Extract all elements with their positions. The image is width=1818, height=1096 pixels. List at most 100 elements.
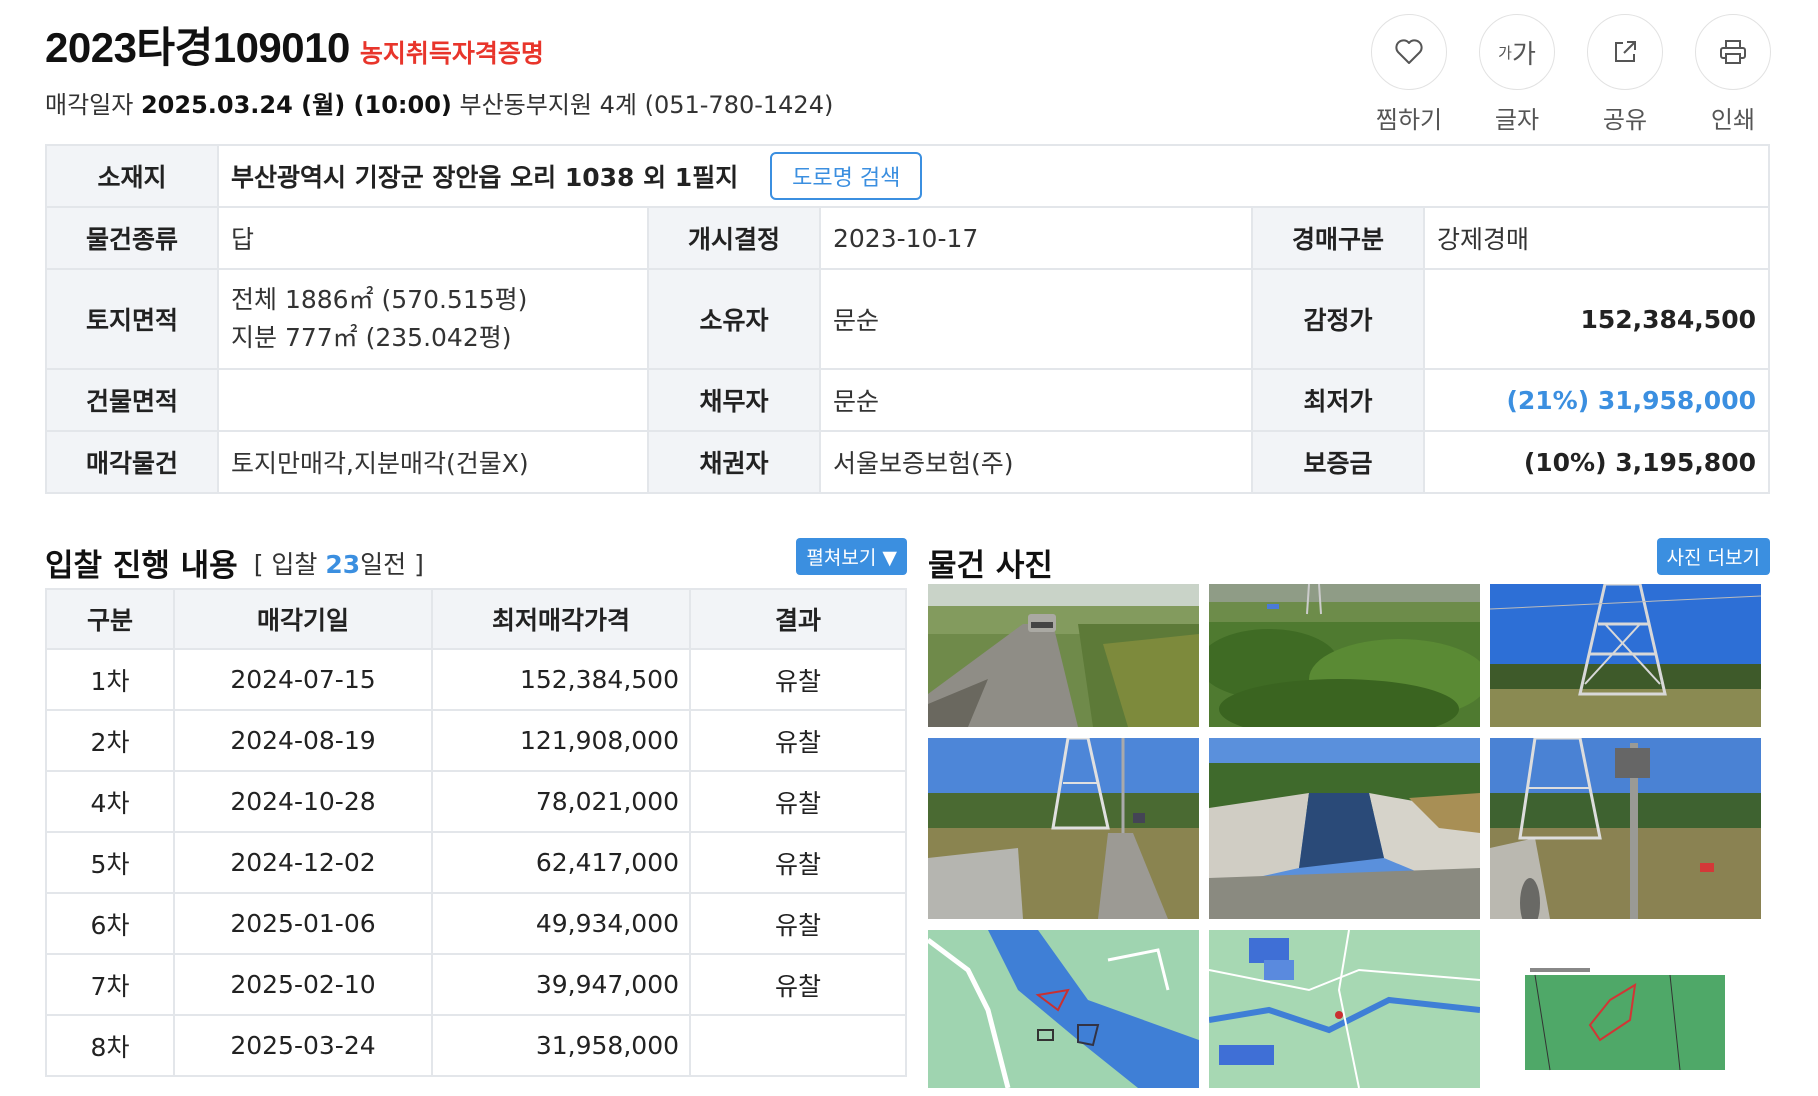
land-total: 전체 1886㎡ (570.515평) [231,285,528,314]
more-photos-button[interactable]: 사진 더보기 [1656,538,1770,575]
date-cell: 2025-02-10 [173,953,433,1016]
sale-item-value: 토지만매각,지분매각(건물X) [217,430,649,494]
location-label: 소재지 [45,144,219,208]
photo-section-header: 물건 사진 사진 더보기 [928,538,1770,585]
property-photo-road-car[interactable] [928,584,1199,727]
bid-days-close: 일전 ] [360,549,424,579]
date-cell: 2025-01-06 [173,892,433,955]
owner-label: 소유자 [647,268,821,370]
share-button[interactable]: 공유 [1586,14,1664,135]
owner-value: 문순 [819,268,1253,370]
round-cell: 4차 [45,770,175,833]
favorite-label: 찜하기 [1375,106,1443,134]
debtor-label: 채무자 [647,368,821,432]
sale-date: 2025.03.24 (월) (10:00) [140,91,452,119]
land-value: 전체 1886㎡ (570.515평) 지분 777㎡ (235.042평) [217,268,649,370]
sale-date-label: 매각일자 [45,91,134,119]
table-row: 1차 2024-07-15 152,384,500 유찰 [45,648,907,711]
table-row: 5차 2024-12-02 62,417,000 유찰 [45,831,907,894]
result-cell [689,1014,907,1077]
round-cell: 8차 [45,1014,175,1077]
property-photo-pylon[interactable] [1490,584,1761,727]
road-name-search-button[interactable]: 도로명 검색 [770,152,923,200]
info-row-land: 토지면적 전체 1886㎡ (570.515평) 지분 777㎡ (235.04… [45,268,1770,370]
price-cell: 49,934,000 [431,892,691,955]
sale-item-label: 매각물건 [45,430,219,494]
info-row-location: 소재지 부산광역시 기장군 장안읍 오리 1038 외 1필지 도로명 검색 [45,144,1770,208]
font-size-icon: 가가 [1479,14,1555,90]
property-photo-pylon-sign[interactable] [1490,738,1761,919]
col-date: 매각기일 [173,588,433,650]
appraisal-value: 152,384,500 [1423,268,1770,370]
result-cell: 유찰 [689,709,907,772]
farmland-certificate-badge: 농지취득자격증명 [359,39,544,68]
price-cell: 39,947,000 [431,953,691,1016]
debtor-value: 문순 [819,368,1253,432]
info-row-sale-item: 매각물건 토지만매각,지분매각(건물X) 채권자 서울보증보험(주) 보증금 (… [45,430,1770,494]
result-cell: 유찰 [689,892,907,955]
round-cell: 7차 [45,953,175,1016]
location-cell: 부산광역시 기장군 장안읍 오리 1038 외 1필지 도로명 검색 [217,144,1770,208]
print-label: 인쇄 [1710,106,1756,134]
date-cell: 2024-12-02 [173,831,433,894]
table-row: 6차 2025-01-06 49,934,000 유찰 [45,892,907,955]
property-cadastral-map[interactable] [1490,930,1761,1088]
kind-value: 강제경매 [1423,206,1770,270]
price-cell: 78,021,000 [431,770,691,833]
result-cell: 유찰 [689,953,907,1016]
expand-button[interactable]: 펼쳐보기 ▼ [796,538,907,575]
bid-days-open: [ 입찰 [253,549,326,579]
price-cell: 62,417,000 [431,831,691,894]
start-label: 개시결정 [647,206,821,270]
action-buttons: 찜하기 가가 글자 공유 인쇄 [1370,14,1772,135]
bid-days-left: [ 입찰 23일전 ] [254,545,424,581]
land-share: 지분 777㎡ (235.042평) [231,323,512,352]
start-value: 2023-10-17 [819,206,1253,270]
bid-section-title: 입찰 진행 내용 [45,548,238,584]
property-map-river[interactable] [928,930,1199,1088]
photo-grid [928,584,1762,1088]
font-large-glyph: 가 [1511,39,1536,70]
round-cell: 5차 [45,831,175,894]
result-cell: 유찰 [689,831,907,894]
creditor-label: 채권자 [647,430,821,494]
round-cell: 6차 [45,892,175,955]
property-photo-road-pylon[interactable] [928,738,1199,919]
font-size-button[interactable]: 가가 글자 [1478,14,1556,135]
photo-section-title: 물건 사진 [928,548,1053,584]
kind-label: 경매구분 [1251,206,1425,270]
property-map-wide[interactable] [1209,930,1480,1088]
info-row-type: 물건종류 답 개시결정 2023-10-17 경매구분 강제경매 [45,206,1770,270]
building-value [217,368,649,432]
property-photo-stream[interactable] [1209,738,1480,919]
bid-history-table: 구분 매각기일 최저매각가격 결과 1차 2024-07-15 152,384,… [45,588,907,1077]
bid-section-header: 입찰 진행 내용 [ 입찰 23일전 ] 펼쳐보기 ▼ [45,538,907,585]
table-row: 2차 2024-08-19 121,908,000 유찰 [45,709,907,772]
court-info: 부산동부지원 4계 (051-780-1424) [459,91,834,119]
sale-date-line: 매각일자 2025.03.24 (월) (10:00) 부산동부지원 4계 (0… [45,85,833,120]
deposit-label: 보증금 [1251,430,1425,494]
property-photo-weeds[interactable] [1209,584,1480,727]
minimum-price-value: (21%) 31,958,000 [1423,368,1770,432]
print-button[interactable]: 인쇄 [1694,14,1772,135]
building-label: 건물면적 [45,368,219,432]
bid-days-number: 23 [325,549,361,579]
col-price: 최저매각가격 [431,588,691,650]
land-label: 토지면적 [45,268,219,370]
font-size-label: 글자 [1494,106,1540,134]
case-title-row: 2023타경109010 농지취득자격증명 [45,14,833,75]
col-round: 구분 [45,588,175,650]
date-cell: 2025-03-24 [173,1014,433,1077]
result-cell: 유찰 [689,648,907,711]
round-cell: 1차 [45,648,175,711]
col-result: 결과 [689,588,907,650]
bid-table-header: 구분 매각기일 최저매각가격 결과 [45,588,907,650]
type-value: 답 [217,206,649,270]
info-row-building: 건물면적 채무자 문순 최저가 (21%) 31,958,000 [45,368,1770,432]
property-info-table: 소재지 부산광역시 기장군 장안읍 오리 1038 외 1필지 도로명 검색 물… [45,144,1770,494]
date-cell: 2024-07-15 [173,648,433,711]
share-label: 공유 [1602,106,1648,134]
favorite-button[interactable]: 찜하기 [1370,14,1448,135]
heart-icon [1371,14,1447,90]
case-number: 2023타경109010 [45,24,350,71]
